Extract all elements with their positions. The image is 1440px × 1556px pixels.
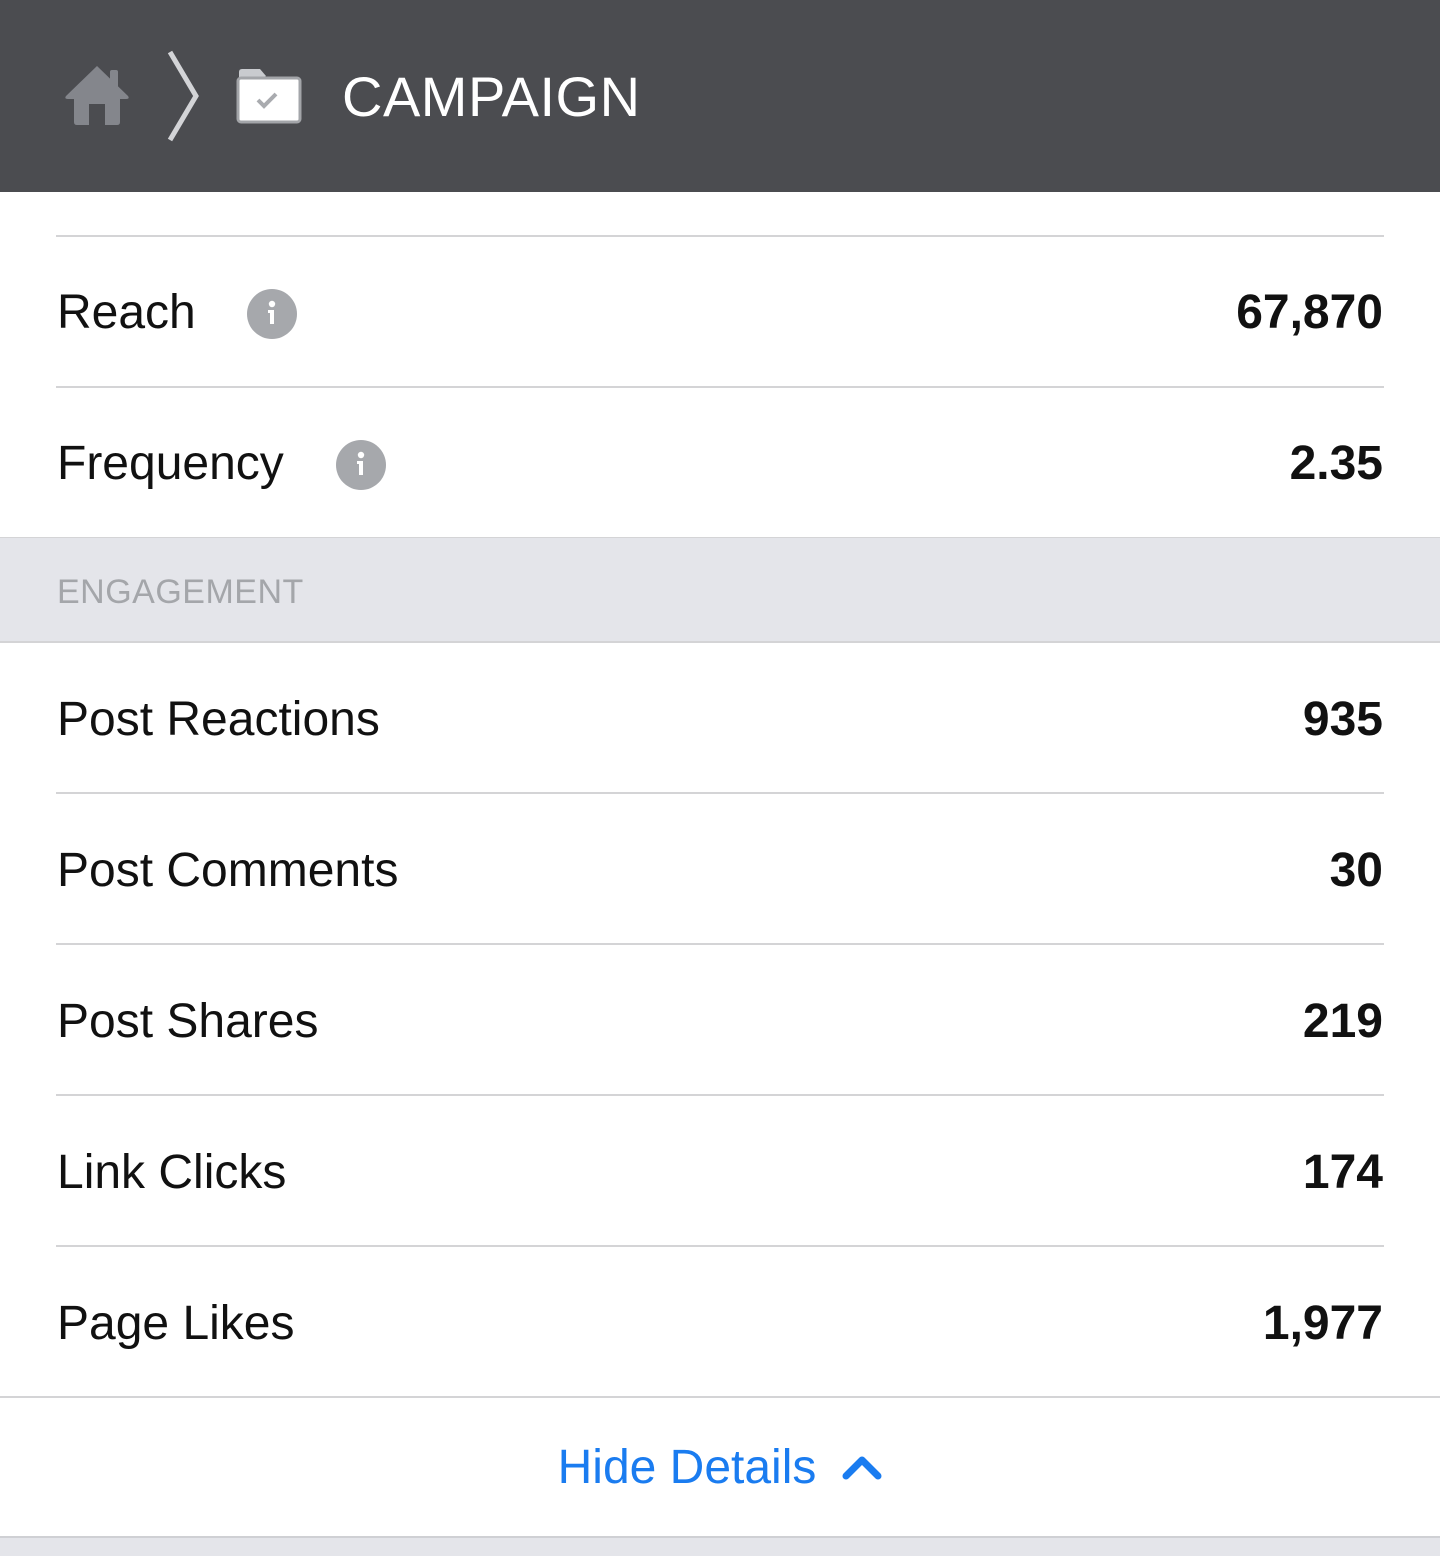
metric-label: Post Comments bbox=[57, 844, 399, 897]
hide-details-button[interactable]: Hide Details bbox=[0, 1399, 1440, 1535]
chevron-up-icon bbox=[842, 1454, 882, 1480]
metric-value: 67,870 bbox=[1236, 286, 1383, 339]
divider bbox=[0, 641, 1440, 643]
metric-value: 30 bbox=[1329, 844, 1383, 897]
divider bbox=[56, 943, 1384, 945]
page-title: CAMPAIGN bbox=[342, 65, 641, 128]
info-icon[interactable] bbox=[247, 289, 297, 339]
metric-label: Frequency bbox=[57, 437, 284, 490]
chevron-right-icon bbox=[164, 50, 204, 142]
divider bbox=[0, 1396, 1440, 1398]
metric-row-link-clicks: Link Clicks 174 bbox=[0, 1098, 1440, 1248]
divider bbox=[56, 386, 1384, 388]
metric-label: Post Shares bbox=[57, 995, 319, 1048]
section-header-engagement: ENGAGEMENT bbox=[0, 538, 1440, 642]
divider bbox=[56, 792, 1384, 794]
metric-value: 174 bbox=[1302, 1146, 1383, 1199]
metric-value: 1,977 bbox=[1262, 1297, 1383, 1350]
home-icon[interactable] bbox=[64, 64, 130, 126]
metric-row-reach: Reach 67,870 bbox=[0, 238, 1440, 388]
divider bbox=[56, 1245, 1384, 1247]
divider bbox=[56, 235, 1384, 237]
divider bbox=[56, 1094, 1384, 1096]
metric-value: 935 bbox=[1302, 693, 1383, 746]
metric-row-post-reactions: Post Reactions 935 bbox=[0, 645, 1440, 795]
metric-label: Post Reactions bbox=[57, 693, 380, 746]
header-bar: CAMPAIGN bbox=[0, 0, 1440, 192]
metric-label: Page Likes bbox=[57, 1297, 295, 1350]
metric-row-frequency: Frequency 2.35 bbox=[0, 389, 1440, 539]
metric-value: 2.35 bbox=[1289, 437, 1383, 490]
hide-details-label: Hide Details bbox=[557, 1440, 817, 1494]
folder-check-icon[interactable] bbox=[236, 68, 304, 124]
info-icon[interactable] bbox=[336, 440, 386, 490]
metric-row-page-likes: Page Likes 1,977 bbox=[0, 1249, 1440, 1399]
metric-label: Reach bbox=[57, 286, 196, 339]
section-title: ENGAGEMENT bbox=[57, 573, 304, 611]
metric-row-post-shares: Post Shares 219 bbox=[0, 947, 1440, 1097]
metric-row-post-comments: Post Comments 30 bbox=[0, 796, 1440, 946]
bottom-band bbox=[0, 1536, 1440, 1556]
metric-value: 219 bbox=[1302, 995, 1383, 1048]
metric-label: Link Clicks bbox=[57, 1146, 287, 1199]
